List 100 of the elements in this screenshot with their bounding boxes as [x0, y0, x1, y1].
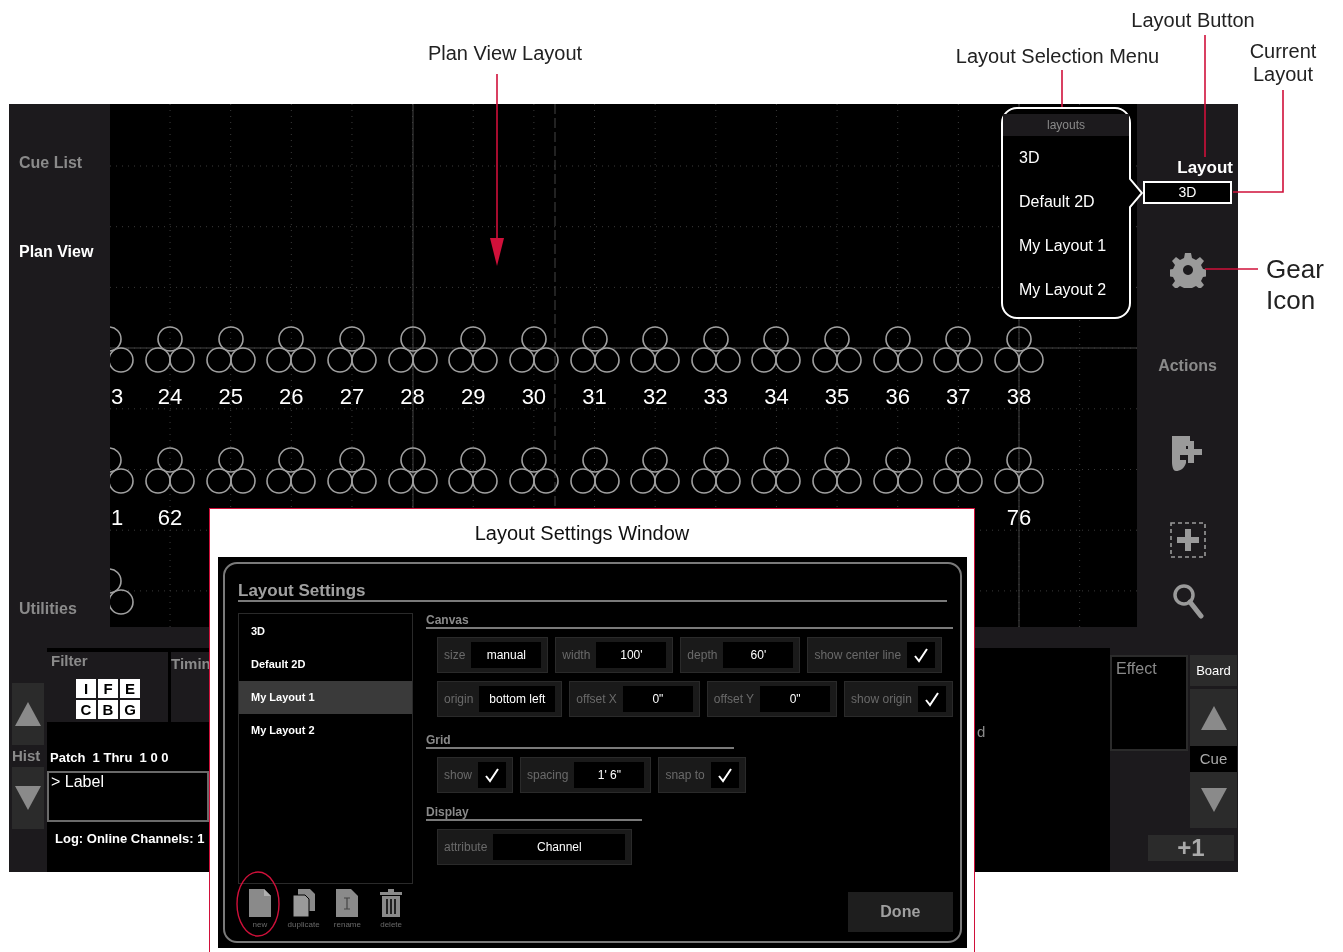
add-icon[interactable]: [1169, 522, 1206, 558]
sidebar-item[interactable]: Utilities: [19, 599, 110, 619]
timing-title: Timin: [171, 655, 211, 672]
fixture-icon[interactable]: [994, 447, 1044, 495]
menu-header: layouts: [1003, 114, 1129, 136]
board-button[interactable]: Board: [1190, 655, 1237, 686]
layout-list-item[interactable]: My Layout 1: [239, 681, 412, 714]
channel-number: 76: [1006, 505, 1032, 531]
menu-item[interactable]: 3D: [1003, 136, 1129, 180]
fixture-icon[interactable]: [933, 447, 984, 495]
fixture-icon[interactable]: [569, 326, 620, 374]
cue-up-button[interactable]: [1190, 689, 1237, 746]
done-button[interactable]: Done: [847, 892, 953, 932]
fixture-icon[interactable]: [630, 447, 681, 495]
fixture-icon[interactable]: [508, 326, 559, 374]
fixture-icon[interactable]: [266, 447, 317, 495]
sidebar-item[interactable]: Plan View: [19, 242, 110, 262]
leader-line: [1061, 69, 1063, 108]
toolbar-button[interactable]: new: [238, 889, 282, 931]
checkbox[interactable]: [710, 762, 739, 788]
fixture-icon[interactable]: [387, 326, 438, 374]
page-icon: [248, 889, 271, 917]
checkbox-setting: snap to: [658, 757, 746, 793]
setting-field: offset Y 0": [706, 681, 838, 717]
menu-item[interactable]: My Layout 1: [1003, 224, 1129, 268]
filter-key[interactable]: B: [98, 700, 118, 719]
fixture-icon[interactable]: [508, 447, 559, 495]
down-arrow-icon: [14, 785, 42, 811]
scroll-down-button[interactable]: [12, 767, 44, 829]
value-field[interactable]: 100': [596, 642, 667, 668]
toolbar-button[interactable]: delete: [369, 889, 413, 931]
fixture-icon[interactable]: [751, 447, 802, 495]
value-field[interactable]: 60': [723, 642, 794, 668]
channel-number: 34: [764, 384, 789, 410]
fixture-icon[interactable]: [872, 447, 923, 495]
fixture-icon[interactable]: [690, 447, 741, 495]
fixture-icon[interactable]: [569, 447, 620, 495]
checkbox[interactable]: [478, 762, 506, 788]
channel-number: 36: [885, 384, 910, 410]
value-field[interactable]: Channel: [493, 834, 626, 860]
value-field[interactable]: 1' 6": [574, 762, 645, 788]
filter-key[interactable]: E: [120, 679, 140, 698]
filter-key[interactable]: C: [76, 700, 96, 719]
fixture-icon[interactable]: [751, 326, 802, 374]
channel-number: 28: [400, 384, 425, 410]
fixture-icon[interactable]: [266, 326, 317, 374]
step-button[interactable]: +1: [1148, 835, 1234, 861]
fixture-icon[interactable]: [690, 326, 741, 374]
value-field[interactable]: 0": [622, 686, 693, 712]
channel-number: 31: [582, 384, 607, 410]
scroll-up-button[interactable]: [12, 683, 44, 745]
fixture-icon[interactable]: [205, 326, 256, 374]
log-text: Log: Online Channels: 1: [54, 830, 206, 848]
check-icon: [484, 767, 500, 783]
channel-number: 3: [111, 384, 124, 410]
checkbox[interactable]: [907, 642, 936, 668]
fixture-icon[interactable]: [933, 326, 984, 374]
channel-number: 38: [1006, 384, 1032, 410]
effect-title: Effect: [1116, 660, 1157, 677]
menu-item[interactable]: Default 2D: [1003, 180, 1129, 224]
menu-item[interactable]: My Layout 2: [1003, 268, 1129, 312]
cue-down-button[interactable]: [1190, 772, 1237, 828]
channel-number: 62: [157, 505, 183, 531]
settings-icon[interactable]: [1169, 252, 1206, 288]
setting-field: attribute Channel: [437, 829, 633, 865]
fixture-icon[interactable]: [812, 326, 863, 374]
fixture-icon[interactable]: [145, 326, 196, 374]
actions-label: Actions: [1158, 356, 1217, 376]
checkbox[interactable]: [917, 686, 946, 712]
check-icon: [716, 767, 733, 783]
caption: Layout Settings Window: [473, 521, 691, 546]
layout-button[interactable]: 3D: [1143, 181, 1232, 204]
fixture-icon[interactable]: [205, 447, 256, 495]
up-arrow-icon: [14, 701, 42, 727]
value-field[interactable]: bottom left: [479, 686, 556, 712]
value-field[interactable]: manual: [471, 642, 542, 668]
fixture-icon[interactable]: [872, 326, 923, 374]
sidebar-item[interactable]: Cue List: [19, 153, 110, 173]
search-icon[interactable]: [1171, 583, 1204, 621]
fixture-icon[interactable]: [326, 326, 377, 374]
toolbar-button[interactable]: rename: [325, 889, 370, 931]
fixture-icon[interactable]: [326, 447, 377, 495]
fixture-icon[interactable]: [387, 447, 438, 495]
fixture-icon[interactable]: [630, 326, 681, 374]
filter-key[interactable]: G: [120, 700, 140, 719]
fixture-icon[interactable]: [448, 447, 499, 495]
channel-number: 24: [157, 384, 183, 410]
toolbar-button[interactable]: duplicate: [281, 889, 326, 931]
fixture-icon[interactable]: [812, 447, 863, 495]
fixture-icon[interactable]: [994, 326, 1044, 374]
annotation-label: Layout Button: [1130, 8, 1256, 33]
filter-key[interactable]: I: [76, 679, 96, 698]
value-field[interactable]: 0": [760, 686, 831, 712]
checkbox-setting: show: [437, 757, 513, 793]
setting-field: offset X 0": [569, 681, 700, 717]
annotation-label: Layout Selection Menu: [954, 44, 1161, 69]
fixture-icon[interactable]: [448, 326, 499, 374]
channel-number: 1: [111, 505, 124, 531]
filter-key[interactable]: F: [98, 679, 118, 698]
fixture-icon[interactable]: [145, 447, 196, 495]
